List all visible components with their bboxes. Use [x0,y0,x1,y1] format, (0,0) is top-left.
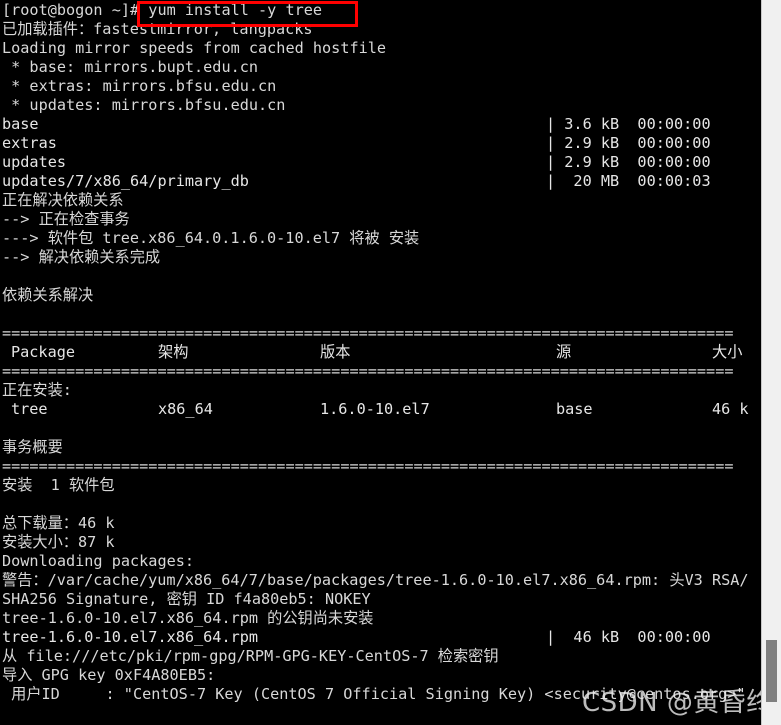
repo-extras-line-col-1: | 2.9 kB 00:00:00 [546,134,711,152]
repo-updates-line-col-0: updates [2,153,67,171]
repo-base-line-col-1: | 3.6 kB 00:00:00 [546,115,711,133]
repo-extras-line-col-0: extras [2,134,57,152]
separator-line-2: ========================================… [2,362,734,380]
terminal-screen: [root@bogon ~]# yum install -y tree 已加载插件… [0,0,781,725]
repo-updates-line-col-1: | 2.9 kB 00:00:00 [546,153,711,171]
table-package-row: tree x86_64 1.6.0-10.el7 base 46 k [0,400,761,419]
plugins-loaded-line: 已加载插件：fastestmirror, langpacks [2,20,313,38]
prompt-command-line: [root@bogon ~]# yum install -y tree [2,1,323,19]
retrieving-key-line: 从 file:///etc/pki/rpm-gpg/RPM-GPG-KEY-Ce… [2,647,499,665]
transaction-summary-header: 事务概要 [2,438,63,456]
package-will-install-line: ---> 软件包 tree.x86_64.0.1.6.0-10.el7 将被 安… [2,229,420,247]
rpm-download-line-col-0: tree-1.6.0-10.el7.x86_64.rpm [2,628,259,646]
install-count-line: 安装 1 软件包 [2,476,115,494]
downloading-packages-line: Downloading packages: [2,552,195,570]
repo-extras-line: extras | 2.9 kB 00:00:00 [0,134,761,153]
deps-resolved-line: --> 解决依赖关系完成 [2,248,161,266]
table-header-row-col-1: 架构 [158,343,189,361]
table-package-row-col-1: x86_64 [158,400,213,418]
repo-primarydb-line-col-1: | 20 MB 00:00:03 [546,172,711,190]
table-header-row-col-3: 源 [556,343,572,361]
total-download-size-line: 总下载量：46 k [2,514,115,532]
rpm-download-line: tree-1.6.0-10.el7.x86_64.rpm | 46 kB 00:0… [0,628,761,647]
separator-line-3: ========================================… [2,457,734,475]
warning-signature-line: SHA256 Signature, 密钥 ID f4a80eb5: NOKEY [2,590,371,608]
warning-header-line: 警告：/var/cache/yum/x86_64/7/base/packages… [2,571,749,589]
table-package-row-col-2: 1.6.0-10.el7 [320,400,430,418]
dependencies-resolved-header: 依赖关系解决 [2,286,94,304]
table-header-row-col-0: Package [11,343,76,361]
rpm-download-line-col-1: | 46 kB 00:00:00 [546,628,711,646]
repo-base-line: base | 3.6 kB 00:00:00 [0,115,761,134]
repo-base-line-col-0: base [2,115,39,133]
table-package-row-col-0: tree [11,400,48,418]
repo-updates-line: updates | 2.9 kB 00:00:00 [0,153,761,172]
checking-transaction-line: --> 正在检查事务 [2,210,130,228]
table-package-row-col-3: base [556,400,593,418]
installing-header-line: 正在安装: [2,381,72,399]
vertical-scrollbar-track[interactable] [761,0,781,725]
mirror-speeds-line: Loading mirror speeds from cached hostfi… [2,39,387,57]
table-header-row-col-2: 版本 [320,343,351,361]
table-header-row-col-4: 大小 [712,343,743,361]
resolving-deps-line: 正在解决依赖关系 [2,191,124,209]
separator-line-1: ========================================… [2,324,734,342]
userid-line: 用户ID : "CentOS-7 Key (CentOS 7 Official … [2,685,746,703]
mirror-base-line: * base: mirrors.bupt.edu.cn [2,58,259,76]
public-key-not-installed-line: tree-1.6.0-10.el7.x86_64.rpm 的公钥尚未安装 [2,609,374,627]
table-header-row: Package 架构 版本 源 大小 [0,343,761,362]
table-package-row-col-4: 46 k [712,400,749,418]
mirror-extras-line: * extras: mirrors.bfsu.edu.cn [2,77,277,95]
importing-gpg-key-line: 导入 GPG key 0xF4A80EB5: [2,666,216,684]
repo-primarydb-line: updates/7/x86_64/primary_db | 20 MB 00:00… [0,172,761,191]
terminal-output-area[interactable]: [root@bogon ~]# yum install -y tree 已加载插件… [0,0,761,725]
mirror-updates-line: * updates: mirrors.bfsu.edu.cn [2,96,286,114]
repo-primarydb-line-col-0: updates/7/x86_64/primary_db [2,172,249,190]
vertical-scrollbar-thumb[interactable] [766,640,777,702]
installed-size-line: 安装大小：87 k [2,533,115,551]
